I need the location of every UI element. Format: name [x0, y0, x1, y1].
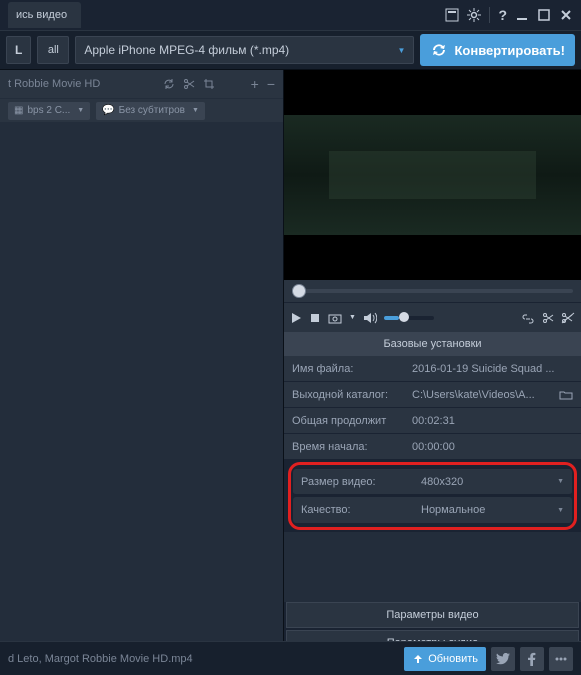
label-start-time: Время начала:: [284, 441, 404, 453]
help-icon[interactable]: ?: [498, 7, 507, 23]
refresh-button[interactable]: Обновить: [404, 647, 486, 671]
video-params-button[interactable]: Параметры видео: [286, 602, 579, 628]
refresh-icon[interactable]: [163, 78, 175, 90]
file-list-panel: t Robbie Movie HD + − ▦ bps 2 C... 💬 Без…: [0, 70, 283, 660]
label-duration: Общая продолжит: [284, 415, 404, 427]
subtitle-select[interactable]: 💬 Без субтитров: [96, 102, 205, 120]
link-icon[interactable]: [521, 312, 535, 324]
value-quality[interactable]: Нормальное: [413, 504, 572, 516]
cut-icon[interactable]: [542, 312, 554, 324]
value-video-size[interactable]: 480x320: [413, 476, 572, 488]
titlebar: ись видео ?: [0, 0, 581, 30]
label-output-dir: Выходной каталог:: [284, 389, 404, 401]
file-name: t Robbie Movie HD: [8, 78, 100, 90]
status-bar: d Leto, Margot Robbie Movie HD.mp4 Обнов…: [0, 641, 581, 675]
gear-icon[interactable]: [467, 8, 481, 22]
settings-header: Базовые установки: [284, 332, 581, 356]
value-duration: 00:02:31: [404, 415, 581, 427]
value-filename[interactable]: 2016-01-19 Suicide Squad ...: [404, 363, 581, 375]
more-icon[interactable]: [549, 647, 573, 671]
label-video-size: Размер видео:: [293, 476, 413, 488]
volume-slider[interactable]: [384, 316, 434, 320]
volume-icon[interactable]: [363, 312, 377, 324]
seek-thumb[interactable]: [292, 284, 306, 298]
close-icon[interactable]: [559, 8, 573, 22]
output-format-select[interactable]: Apple iPhone MPEG-4 фильм (*.mp4): [75, 36, 414, 64]
label-quality: Качество:: [293, 504, 413, 516]
file-tracks-row: ▦ bps 2 C... 💬 Без субтитров: [0, 98, 283, 122]
play-icon[interactable]: [290, 312, 302, 324]
status-text: d Leto, Margot Robbie Movie HD.mp4: [8, 653, 193, 665]
minimize-icon[interactable]: [515, 8, 529, 22]
video-preview: [284, 70, 581, 280]
theme-icon[interactable]: [445, 8, 459, 22]
highlight-annotation: Размер видео:480x320 Качество:Нормальное: [288, 462, 577, 530]
value-output-dir[interactable]: C:\Users\kate\Videos\A...: [404, 389, 581, 401]
seek-bar[interactable]: [284, 280, 581, 302]
collapse-icon[interactable]: −: [267, 76, 275, 92]
toolbar: L all Apple iPhone MPEG-4 фильм (*.mp4) …: [0, 30, 581, 70]
twitter-icon[interactable]: [491, 647, 515, 671]
convert-button[interactable]: Конвертировать!: [420, 34, 575, 66]
up-arrow-icon: [412, 653, 424, 665]
snapshot-icon[interactable]: [328, 312, 342, 324]
snapshot-dropdown-icon[interactable]: ▼: [349, 314, 356, 321]
value-start-time[interactable]: 00:00:00: [404, 441, 581, 453]
scissors-icon[interactable]: [183, 78, 195, 90]
refresh-icon: [430, 42, 448, 58]
maximize-icon[interactable]: [537, 8, 551, 22]
no-cut-icon[interactable]: [561, 312, 575, 324]
file-header: t Robbie Movie HD + −: [0, 70, 283, 98]
label-filename: Имя файла:: [284, 363, 404, 375]
folder-icon[interactable]: [559, 390, 573, 400]
crop-icon[interactable]: [203, 78, 215, 90]
tab-video-capture[interactable]: ись видео: [8, 2, 81, 28]
player-controls: ▼: [284, 302, 581, 332]
facebook-icon[interactable]: [520, 647, 544, 671]
add-icon[interactable]: +: [251, 76, 259, 92]
stop-icon[interactable]: [309, 312, 321, 324]
preset-l[interactable]: L: [6, 36, 31, 64]
preset-all-button[interactable]: all: [37, 36, 69, 64]
preview-panel: ▼ Базовые установки Имя файла:2016-01-19…: [283, 70, 581, 660]
video-codec-select[interactable]: ▦ bps 2 C...: [8, 102, 90, 120]
